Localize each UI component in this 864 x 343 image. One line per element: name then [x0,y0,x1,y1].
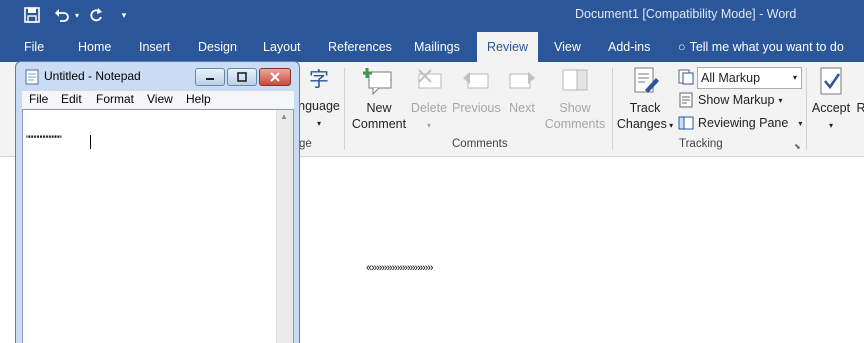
dropdown-arrow-icon: ▾ [798,118,803,128]
previous-comment-icon [463,72,489,89]
show-markup-icon [679,92,693,108]
track-changes-button[interactable]: Track Changes ▾ [614,66,676,134]
tab-design[interactable]: Design [198,32,237,62]
dropdown-arrow-icon: ▾ [316,119,321,128]
tab-references[interactable]: References [328,32,392,62]
tab-insert[interactable]: Insert [139,32,170,62]
undo-icon[interactable] [52,5,72,25]
delete-label: Delete [410,101,448,115]
language-icon: 字 [309,69,329,91]
new-comment-label-2: Comment [351,117,407,131]
show-comments-label-1: Show [559,101,591,115]
undo-dropdown-icon[interactable]: ▾ [72,5,82,25]
tab-layout[interactable]: Layout [263,32,301,62]
track-changes-icon [634,67,659,93]
tab-review[interactable]: Review [477,32,538,62]
redo-icon[interactable] [86,5,106,25]
show-comments-button[interactable]: Show Comments [543,66,607,132]
next-comment-icon [509,72,535,89]
menu-help[interactable]: Help [186,92,211,106]
dropdown-arrow-icon: ▾ [426,121,431,130]
notepad-window[interactable]: Untitled - Notepad File Edit Format View… [15,61,300,343]
chevron-down-icon: ▾ [792,73,797,82]
notepad-text-area[interactable]: """""""""""" ▲ [22,109,294,343]
vertical-scrollbar[interactable]: ▲ [276,110,293,343]
minimize-icon [206,78,214,80]
track-changes-label-1: Track [629,101,661,115]
save-icon[interactable] [22,5,42,25]
document-body-text[interactable]: «»»»»»»»»»»»» [366,262,434,274]
group-separator [344,68,345,150]
notepad-app-icon [25,69,39,88]
close-button[interactable] [259,68,291,86]
next-label: Next [509,101,535,115]
tab-mailings[interactable]: Mailings [414,32,460,62]
previous-label: Previous [452,101,501,115]
language-button[interactable]: 字 nguage ▾ [296,66,342,132]
reject-label: R [856,101,864,115]
group-separator [612,68,613,150]
minimize-button[interactable] [195,68,225,86]
language-group-label: ge [299,138,312,150]
tab-view[interactable]: View [554,32,581,62]
reject-button[interactable]: R [856,100,864,116]
ribbon-tab-bar: File Home Insert Design Layout Reference… [0,32,864,62]
track-changes-label-2: Changes [616,117,667,131]
tab-home[interactable]: Home [78,32,111,62]
tab-file[interactable]: File [24,32,44,62]
scroll-up-icon[interactable]: ▲ [280,112,288,121]
word-title-bar: ▾ ▾ Document1 [Compatibility Mode] - Wor… [0,0,864,32]
customize-toolbar-icon[interactable]: ▾ [118,5,130,25]
dropdown-arrow-icon: ▾ [828,121,833,130]
dropdown-arrow-icon: ▾ [666,121,674,130]
next-comment-button[interactable]: Next [503,66,541,116]
text-caret [90,135,91,149]
show-comments-icon [562,69,588,91]
menu-format[interactable]: Format [96,92,134,106]
tell-me-search[interactable]: ○ Tell me what you want to do [678,32,844,62]
language-label: nguage [298,99,340,113]
tab-add-ins[interactable]: Add-ins [608,32,650,62]
tracking-group-label: Tracking [679,138,723,150]
accept-label: Accept [811,101,851,115]
menu-file[interactable]: File [29,92,48,106]
accept-icon [820,67,842,95]
group-separator [806,68,807,150]
notepad-text: """""""""""" [26,134,62,146]
maximize-icon [237,72,247,82]
menu-edit[interactable]: Edit [61,92,82,106]
dropdown-arrow-icon: ▾ [778,95,783,105]
dialog-launcher-icon[interactable]: ⬊ [794,142,801,151]
display-for-review-icon [678,69,694,85]
new-comment-icon [362,68,392,96]
reviewing-pane-label: Reviewing Pane [698,116,789,130]
tell-me-label: Tell me what you want to do [689,40,844,54]
previous-comment-button[interactable]: Previous [452,66,501,116]
maximize-button[interactable] [227,68,257,86]
accept-button[interactable]: Accept ▾ [810,66,852,134]
show-markup-label: Show Markup [698,93,775,107]
reviewing-pane-button[interactable]: Reviewing Pane ▾ [678,115,802,131]
show-comments-label-2: Comments [544,117,606,131]
new-comment-button[interactable]: New Comment [350,66,408,132]
menu-view[interactable]: View [147,92,173,106]
delete-comment-button[interactable]: Delete ▾ [410,66,448,134]
show-markup-button[interactable]: Show Markup ▾ [678,92,782,108]
new-comment-label-1: New [366,101,392,115]
notepad-title: Untitled - Notepad [44,69,141,83]
markup-select[interactable]: All Markup ▾ [697,67,802,89]
notepad-menu-bar: File Edit Format View Help [22,91,294,109]
lightbulb-icon: ○ [678,40,686,54]
document-title: Document1 [Compatibility Mode] - Word [575,7,797,21]
comments-group-label: Comments [452,138,508,150]
close-icon [270,72,280,82]
reviewing-pane-icon [678,116,694,130]
markup-select-value: All Markup [701,71,761,85]
delete-comment-icon [418,69,442,89]
